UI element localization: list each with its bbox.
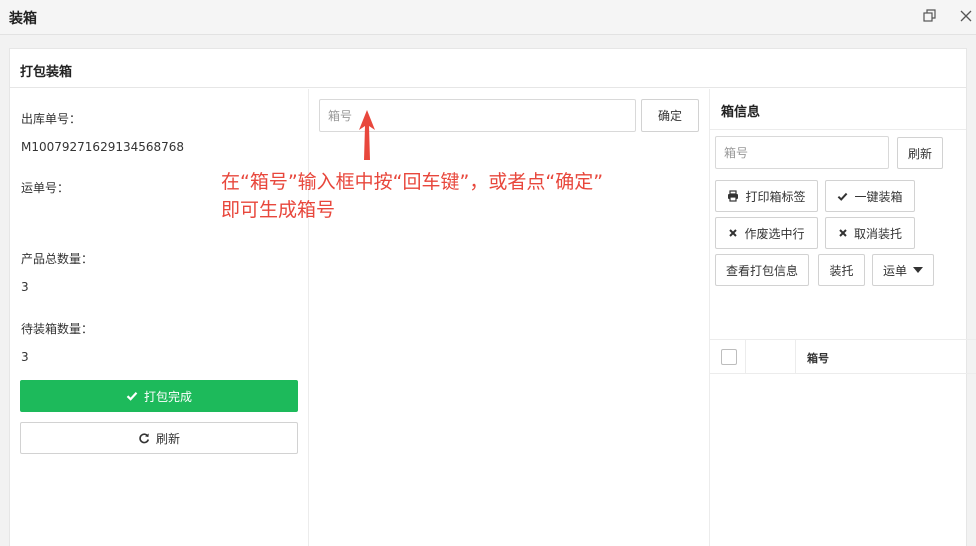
column-divider bbox=[745, 340, 746, 373]
panel-title: 打包装箱 bbox=[20, 65, 73, 80]
refresh-icon bbox=[138, 432, 150, 444]
restore-icon[interactable] bbox=[921, 7, 939, 25]
finish-packing-label: 打包完成 bbox=[143, 389, 192, 404]
total-quantity-label: 产品总数量： bbox=[21, 252, 94, 266]
caret-down-icon bbox=[913, 266, 923, 274]
panel-header: 打包装箱 bbox=[10, 49, 966, 88]
waybill-label: 运单号： bbox=[21, 181, 70, 195]
box-info-column: 箱信息 刷新 打印箱标签 一键装箱 作废选中行 bbox=[710, 89, 976, 546]
window-titlebar: 装箱 bbox=[0, 0, 976, 35]
close-icon[interactable] bbox=[957, 7, 975, 25]
print-box-label-button[interactable]: 打印箱标签 bbox=[715, 180, 818, 212]
void-selected-rows-label: 作废选中行 bbox=[744, 226, 805, 241]
annotation-line-2: 即可生成箱号 bbox=[221, 199, 336, 221]
refresh-boxes-button[interactable]: 刷新 bbox=[897, 137, 943, 169]
pending-quantity-value: 3 bbox=[21, 350, 29, 364]
divider bbox=[710, 129, 966, 130]
window-title: 装箱 bbox=[9, 11, 37, 27]
check-icon bbox=[126, 390, 138, 402]
column-divider bbox=[795, 340, 796, 373]
view-pack-info-button[interactable]: 查看打包信息 bbox=[715, 254, 809, 286]
finish-packing-button[interactable]: 打包完成 bbox=[20, 380, 298, 412]
order-info-column: 出库单号： M10079271629134568768 运单号： 产品总数量： … bbox=[10, 89, 309, 546]
box-table-header: 箱号 bbox=[710, 339, 976, 374]
check-icon bbox=[837, 191, 848, 202]
packing-panel: 打包装箱 出库单号： M10079271629134568768 运单号： 产品… bbox=[9, 48, 976, 546]
box-search-input[interactable] bbox=[715, 136, 889, 169]
order-number-value: M10079271629134568768 bbox=[21, 140, 185, 154]
dialog-body: 打包装箱 出库单号： M10079271629134568768 运单号： 产品… bbox=[0, 35, 976, 546]
one-click-packing-button[interactable]: 一键装箱 bbox=[825, 180, 915, 212]
cancel-palletize-label: 取消装托 bbox=[853, 226, 902, 241]
pending-quantity-label: 待装箱数量： bbox=[21, 322, 94, 336]
total-quantity-value: 3 bbox=[21, 280, 29, 294]
x-icon bbox=[728, 228, 738, 238]
print-box-label-text: 打印箱标签 bbox=[745, 189, 806, 204]
waybill-dropdown[interactable]: 运单 bbox=[872, 254, 934, 286]
refresh-order-button[interactable]: 刷新 bbox=[20, 422, 298, 454]
instruction-annotation: 在“箱号”输入框中按“回车键”，或者点“确定” 即可生成箱号 bbox=[221, 168, 721, 224]
annotation-line-1: 在“箱号”输入框中按“回车键”，或者点“确定” bbox=[221, 171, 604, 193]
arrow-up-icon bbox=[355, 108, 379, 165]
printer-icon bbox=[727, 190, 739, 202]
waybill-dropdown-label: 运单 bbox=[882, 263, 907, 278]
confirm-button[interactable]: 确定 bbox=[641, 99, 699, 132]
palletize-button[interactable]: 装托 bbox=[818, 254, 865, 286]
cancel-palletize-button[interactable]: 取消装托 bbox=[825, 217, 915, 249]
box-info-title: 箱信息 bbox=[721, 105, 761, 120]
x-icon bbox=[838, 228, 848, 238]
box-number-column-header: 箱号 bbox=[807, 352, 829, 365]
select-all-checkbox[interactable] bbox=[721, 349, 737, 365]
order-number-label: 出库单号： bbox=[21, 112, 82, 126]
one-click-packing-label: 一键装箱 bbox=[854, 189, 903, 204]
refresh-order-label: 刷新 bbox=[155, 431, 180, 446]
void-selected-rows-button[interactable]: 作废选中行 bbox=[715, 217, 818, 249]
